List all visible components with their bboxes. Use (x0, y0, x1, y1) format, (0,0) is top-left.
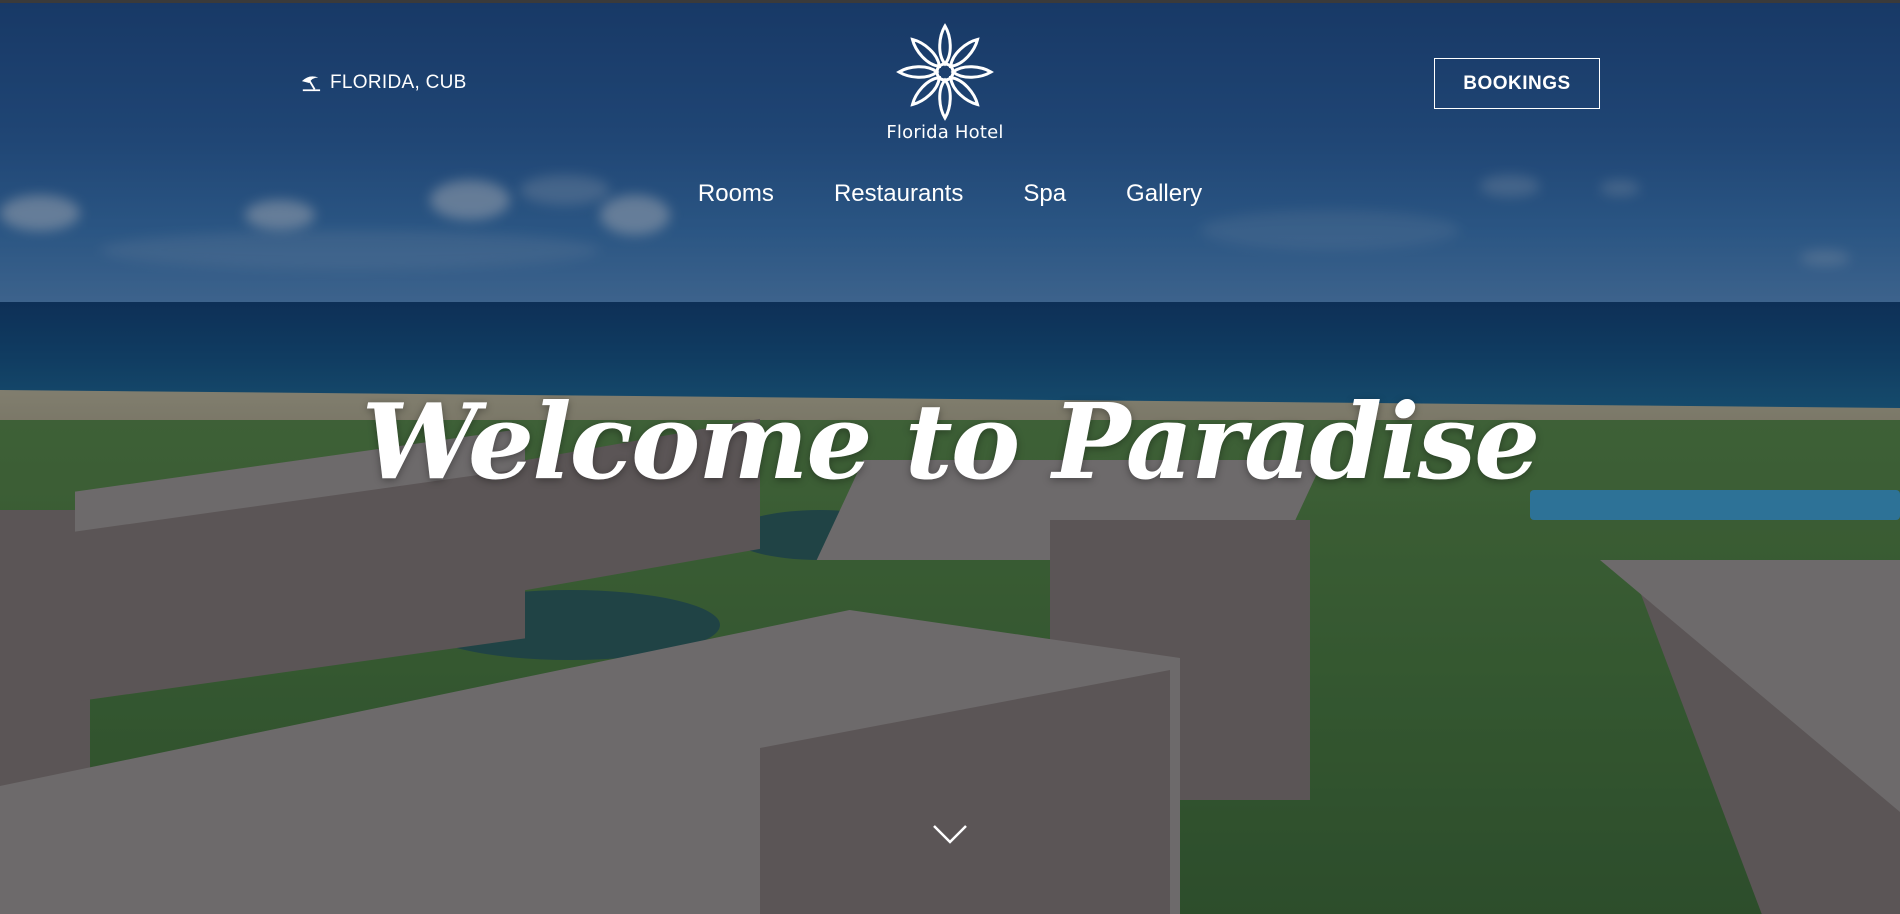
location-text: FLORIDA, CUB (330, 72, 467, 93)
chevron-down-icon[interactable] (932, 822, 968, 846)
nav-item-rooms[interactable]: Rooms (698, 180, 774, 208)
hotel-logo[interactable]: Florida Hotel (886, 22, 1004, 143)
logo-text: Florida Hotel (886, 122, 1004, 143)
beach-umbrella-icon (301, 76, 321, 92)
flower-logo-icon (896, 23, 994, 121)
main-nav: Rooms Restaurants Spa Gallery (0, 180, 1900, 208)
nav-item-spa[interactable]: Spa (1023, 180, 1066, 208)
nav-item-gallery[interactable]: Gallery (1126, 180, 1202, 208)
bookings-button[interactable]: BOOKINGS (1434, 58, 1600, 109)
hero-headline: Welcome to Paradise (361, 380, 1541, 503)
hero-section: FLORIDA, CUB Florida Hotel BOOKINGS Room… (0, 0, 1900, 914)
top-border (0, 0, 1900, 3)
nav-item-restaurants[interactable]: Restaurants (834, 180, 963, 208)
location-label: FLORIDA, CUB (300, 72, 467, 94)
